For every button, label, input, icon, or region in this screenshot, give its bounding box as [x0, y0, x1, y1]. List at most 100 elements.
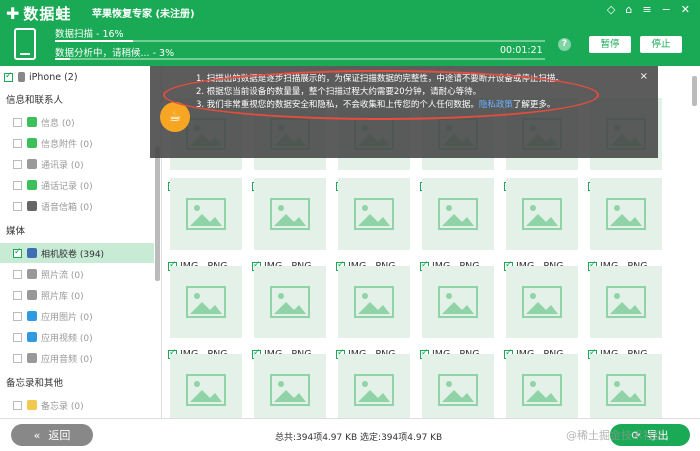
- sidebar-item[interactable]: 信息附件 (0): [0, 133, 154, 153]
- sidebar-item[interactable]: 照片流 (0): [0, 264, 154, 284]
- device-root-item[interactable]: iPhone (2): [0, 68, 78, 86]
- close-icon[interactable]: ✕: [681, 3, 690, 16]
- message-icon: [27, 117, 37, 127]
- sidebar-item-checkbox[interactable]: [13, 353, 22, 363]
- brand-name: 数据蛙: [23, 5, 72, 23]
- scan-progress-fill: [55, 40, 134, 42]
- sidebar-item[interactable]: 信息 (0): [0, 112, 154, 132]
- category-sidebar: iPhone (2) 信息和联系人信息 (0) 信息附件 (0) 通讯录 (0) 通话…: [0, 66, 162, 418]
- logo-cross-icon: ✚: [6, 4, 20, 23]
- sidebar-item[interactable]: 相机胶卷 (394): [0, 243, 154, 263]
- back-button-label: 返回: [48, 429, 71, 442]
- camera-icon: [27, 248, 37, 258]
- scan-progress-label: 数据扫描 - 16%: [55, 29, 124, 40]
- photostream-icon: [27, 269, 37, 279]
- message-attach-icon: [27, 138, 37, 148]
- sidebar-item[interactable]: 通讯录 (0): [0, 154, 154, 174]
- image-thumbnail[interactable]: [170, 354, 242, 418]
- image-thumbnail[interactable]: [170, 266, 242, 338]
- sidebar-item-label: 信息 (0): [41, 118, 75, 129]
- sidebar-item-checkbox[interactable]: [13, 311, 22, 321]
- image-placeholder-icon: [186, 374, 226, 406]
- sidebar-item-checkbox[interactable]: [13, 180, 22, 190]
- sidebar-item-label: 相机胶卷 (394): [41, 249, 105, 260]
- sidebar-item-label: 备忘录 (0): [41, 401, 84, 412]
- image-placeholder-icon: [606, 286, 646, 318]
- sidebar-scrollbar[interactable]: [155, 146, 160, 281]
- app-audio-icon: [27, 353, 37, 363]
- pause-button[interactable]: 暂停: [589, 36, 631, 53]
- image-placeholder-icon: [186, 286, 226, 318]
- contacts-icon: [27, 159, 37, 169]
- sidebar-item-checkbox[interactable]: [13, 117, 22, 127]
- menu-icon[interactable]: ≡: [642, 3, 651, 16]
- image-thumbnail[interactable]: [338, 266, 410, 338]
- sidebar-item[interactable]: 应用图片 (0): [0, 306, 154, 326]
- sidebar-item[interactable]: 备忘录 (0): [0, 395, 154, 415]
- image-thumbnail[interactable]: [422, 354, 494, 418]
- sidebar-item-checkbox[interactable]: [13, 332, 22, 342]
- image-thumbnail[interactable]: [590, 266, 662, 338]
- cart-icon[interactable]: ⌂: [625, 3, 632, 16]
- image-placeholder-icon: [354, 286, 394, 318]
- image-thumbnail[interactable]: [254, 354, 326, 418]
- sidebar-item-checkbox[interactable]: [13, 400, 22, 410]
- sidebar-item[interactable]: 语音信箱 (0): [0, 196, 154, 216]
- image-thumbnail[interactable]: [506, 266, 578, 338]
- back-button[interactable]: « 返回: [11, 424, 93, 446]
- analyze-progress-bar: [55, 58, 545, 60]
- image-placeholder-icon: [354, 198, 394, 230]
- image-thumbnail[interactable]: [338, 178, 410, 250]
- image-thumbnail[interactable]: [422, 178, 494, 250]
- image-thumbnail[interactable]: [338, 354, 410, 418]
- sidebar-item[interactable]: 应用视频 (0): [0, 327, 154, 347]
- image-thumbnail[interactable]: [254, 266, 326, 338]
- notes-icon: [27, 400, 37, 410]
- app-title: 苹果恢复专家 (未注册): [92, 9, 195, 20]
- sidebar-item-label: 通讯录 (0): [41, 160, 84, 171]
- image-thumbnail[interactable]: [422, 266, 494, 338]
- coffee-cup-icon: ☕: [160, 102, 190, 132]
- image-thumbnail[interactable]: [590, 178, 662, 250]
- sidebar-item-label: 照片库 (0): [41, 291, 84, 302]
- image-thumbnail[interactable]: [590, 354, 662, 418]
- image-thumbnail[interactable]: [170, 178, 242, 250]
- image-placeholder-icon: [438, 286, 478, 318]
- sidebar-item-label: 通话记录 (0): [41, 181, 93, 192]
- sidebar-item-checkbox[interactable]: [13, 201, 22, 211]
- device-phone-icon: [14, 28, 36, 60]
- sidebar-item-label: 语音信箱 (0): [41, 202, 93, 213]
- image-placeholder-icon: [270, 198, 310, 230]
- minimize-icon[interactable]: −: [662, 3, 671, 16]
- sidebar-item[interactable]: 照片库 (0): [0, 285, 154, 305]
- notice-close-icon[interactable]: ×: [640, 71, 648, 82]
- sidebar-item-label: 信息附件 (0): [41, 139, 93, 150]
- image-placeholder-icon: [354, 374, 394, 406]
- image-thumbnail[interactable]: [506, 354, 578, 418]
- sidebar-item-label: 应用视频 (0): [41, 333, 93, 344]
- scan-progress-bar: [55, 40, 545, 42]
- device-root-checkbox[interactable]: [4, 71, 13, 82]
- back-arrow-icon: «: [33, 428, 41, 442]
- analyze-progress-label: 数据分析中，请稍候... - 3%: [55, 48, 175, 59]
- sidebar-section-title: 信息和联系人: [6, 95, 64, 106]
- watermark-text: @稀土掘金技术社区: [566, 429, 665, 442]
- sidebar-item-checkbox[interactable]: [13, 269, 22, 279]
- sidebar-item-checkbox[interactable]: [13, 290, 22, 300]
- sidebar-item-checkbox[interactable]: [13, 138, 22, 148]
- image-thumbnail[interactable]: [506, 178, 578, 250]
- sidebar-section-title: 备忘录和其他: [6, 378, 64, 389]
- sidebar-item[interactable]: 通话记录 (0): [0, 175, 154, 195]
- image-placeholder-icon: [522, 198, 562, 230]
- stop-button[interactable]: 停止: [640, 36, 682, 53]
- sidebar-item-checkbox[interactable]: [13, 247, 22, 258]
- diamond-icon[interactable]: ◇: [607, 3, 615, 16]
- sidebar-item-checkbox[interactable]: [13, 159, 22, 169]
- sidebar-section-title: 媒体: [6, 226, 26, 237]
- image-thumbnail[interactable]: [254, 178, 326, 250]
- sidebar-item[interactable]: 应用音频 (0): [0, 348, 154, 368]
- grid-scrollbar[interactable]: [692, 76, 697, 106]
- help-icon[interactable]: ?: [558, 38, 571, 51]
- image-placeholder-icon: [186, 198, 226, 230]
- app-logo: ✚ 数据蛙: [6, 3, 71, 24]
